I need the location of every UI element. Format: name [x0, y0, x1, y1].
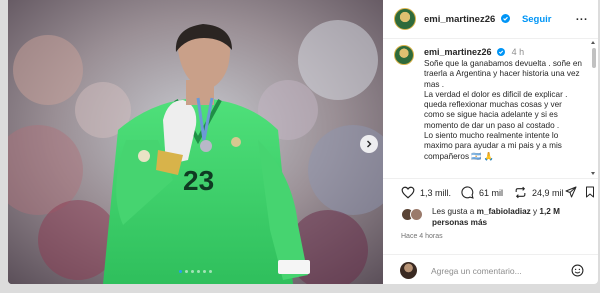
share-button[interactable] — [565, 186, 582, 198]
likes-count: 1,3 mill. — [420, 187, 452, 198]
author-avatar[interactable] — [394, 8, 416, 30]
post-side-panel: emi_martinez26 Seguir ... emi_martinez26… — [383, 0, 598, 284]
carousel-indicator — [8, 270, 383, 273]
like-button[interactable]: 1,3 mill. — [401, 186, 451, 199]
caption-username[interactable]: emi_martinez26 — [424, 47, 492, 57]
verified-badge-icon — [497, 48, 506, 56]
verified-badge-icon — [500, 13, 510, 23]
comment-bar: Agrega un comentario... — [383, 254, 598, 284]
caption-avatar[interactable] — [394, 45, 414, 65]
scroll-down-arrow[interactable] — [591, 172, 595, 175]
more-options-icon[interactable]: ... — [576, 12, 588, 23]
photo-scene: 23 — [8, 0, 383, 284]
post-header: emi_martinez26 Seguir ... — [383, 0, 598, 39]
current-user-avatar — [400, 262, 417, 279]
carousel-dot — [179, 270, 182, 273]
chevron-right-icon — [367, 140, 372, 148]
caption-line: La verdad el dolor es dificil de explica… — [424, 89, 568, 130]
likes-prefix: Les gusta a — [432, 207, 477, 216]
caption-text: Soñe que la ganabamos devuelta . soñe en… — [424, 59, 584, 162]
comments-count: 61 mil — [479, 187, 504, 198]
scrollbar-thumb[interactable] — [592, 48, 596, 68]
username-text[interactable]: emi_martinez26 — [424, 14, 495, 25]
comment-button[interactable]: 61 mil — [461, 186, 503, 199]
next-image-button[interactable] — [360, 135, 378, 153]
action-bar: 1,3 mill. 61 mil 24,9 mil — [383, 178, 598, 205]
caption-section: emi_martinez26 4 h Soñe que la ganabamos… — [383, 39, 598, 178]
share-icon — [565, 186, 577, 198]
likes-text: Les gusta a m_fabioladiaz y 1,2 M person… — [432, 207, 592, 228]
caption-time: 4 h — [511, 47, 525, 57]
likes-summary: Les gusta a m_fabioladiaz y 1,2 M person… — [401, 207, 591, 227]
author-username[interactable]: emi_martinez26 — [424, 13, 510, 25]
repost-icon — [515, 186, 526, 199]
jersey-number: 23 — [183, 165, 214, 196]
save-button[interactable] — [585, 186, 598, 198]
comment-icon — [461, 186, 474, 199]
caption-header: emi_martinez26 4 h — [424, 47, 524, 57]
post-image[interactable]: 23 — [8, 0, 383, 284]
comment-input[interactable]: Agrega un comentario... — [431, 266, 522, 276]
follow-button[interactable]: Seguir — [522, 14, 552, 25]
liker-username[interactable]: m_fabioladiaz — [477, 207, 531, 216]
caption-line: Soñe que la ganabamos devuelta . soñe en… — [424, 59, 582, 89]
carousel-dot — [209, 270, 212, 273]
reposts-count: 24,9 mil — [532, 187, 564, 198]
scroll-up-arrow[interactable] — [591, 41, 595, 44]
post-timestamp[interactable]: Hace 4 horas — [401, 233, 443, 240]
liker-avatar[interactable] — [410, 208, 423, 221]
caption-scrollbar[interactable] — [592, 48, 596, 168]
carousel-dot — [185, 270, 188, 273]
heart-icon — [401, 186, 415, 199]
carousel-dot — [203, 270, 206, 273]
carousel-dot — [197, 270, 200, 273]
emoji-icon[interactable] — [571, 264, 584, 277]
bookmark-icon — [586, 186, 594, 198]
repost-button[interactable]: 24,9 mil — [514, 186, 564, 199]
carousel-dot — [191, 270, 194, 273]
post-modal: 23 emi_martinez26 Seguir ... emi_martine… — [8, 0, 598, 284]
caption-line: Lo siento mucho realmente intente lo max… — [424, 131, 562, 161]
